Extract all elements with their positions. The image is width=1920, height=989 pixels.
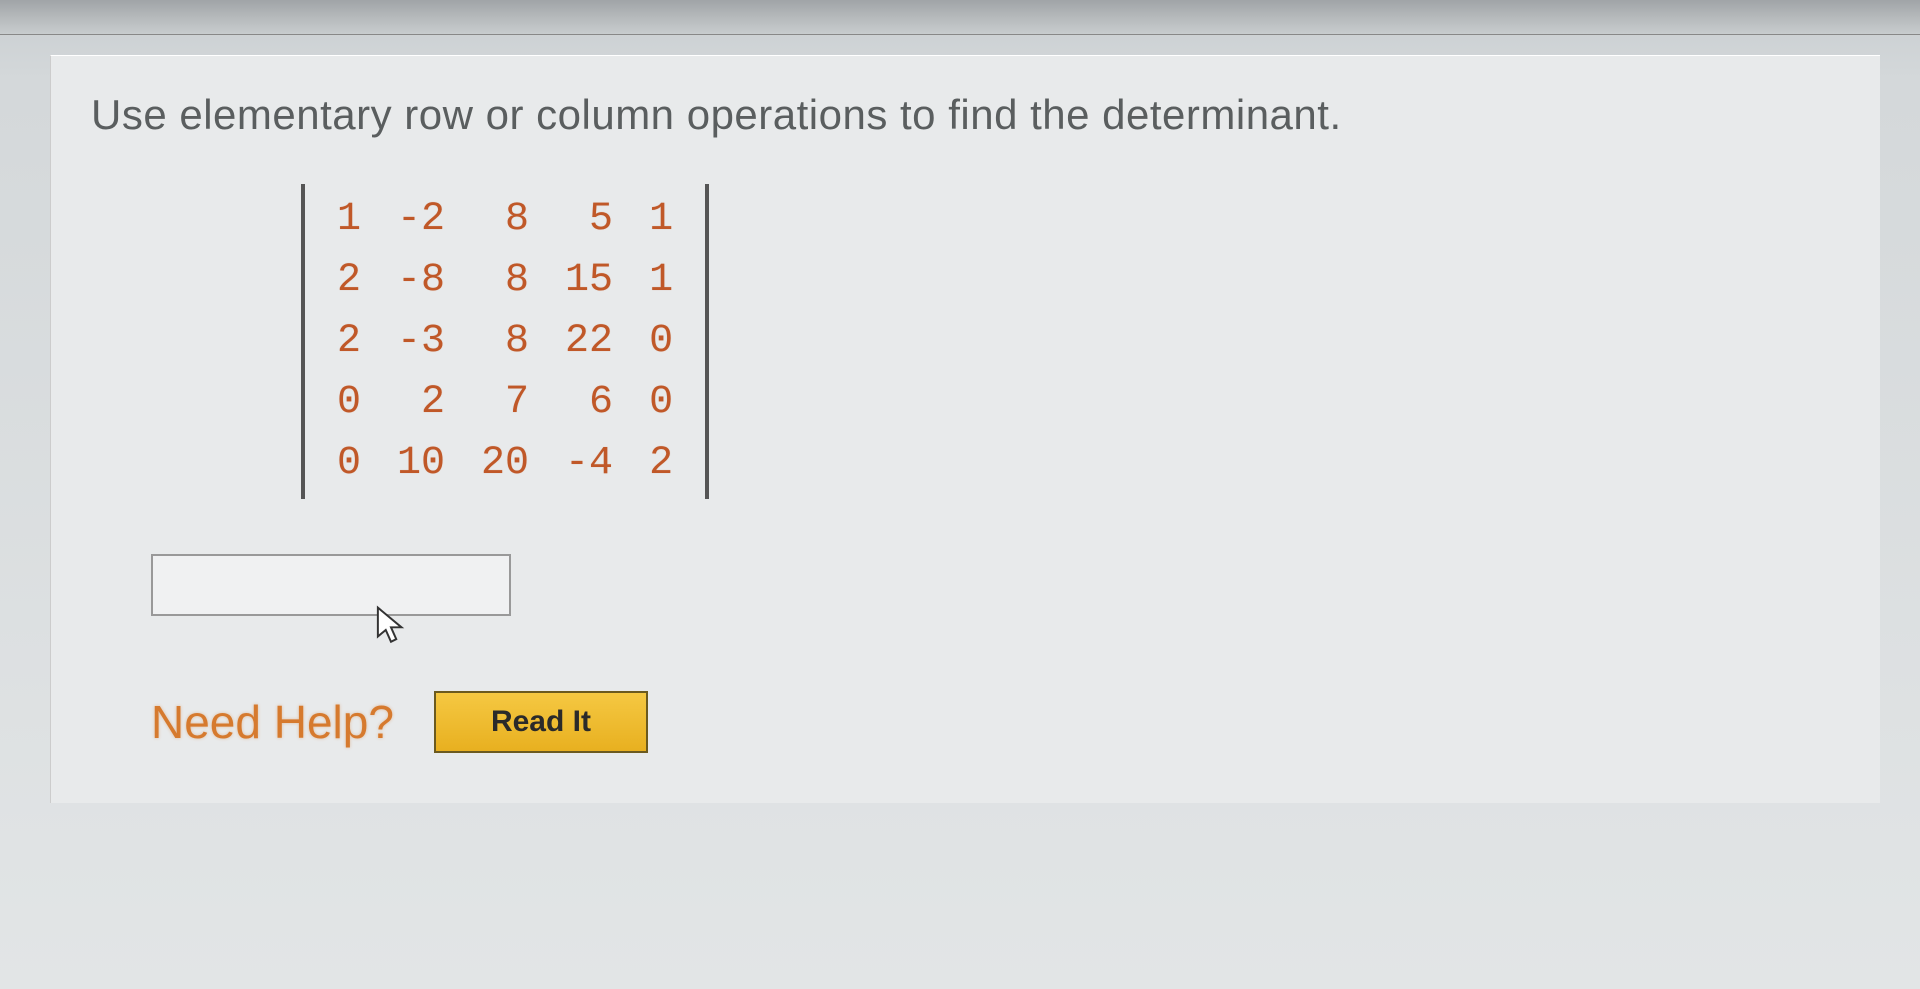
matrix-cell: 0 (631, 372, 691, 433)
answer-input-container (151, 554, 1840, 616)
window-top-bar (0, 0, 1920, 35)
question-panel: Use elementary row or column operations … (50, 55, 1880, 803)
matrix-cell: 1 (319, 189, 379, 250)
matrix-row: 1 -2 8 5 1 (319, 189, 691, 250)
read-it-button[interactable]: Read It (434, 691, 648, 753)
answer-input[interactable] (151, 554, 511, 616)
matrix-cell: 8 (463, 311, 547, 372)
matrix-cell: -8 (379, 250, 463, 311)
matrix-row: 0 2 7 6 0 (319, 372, 691, 433)
matrix-table: 1 -2 8 5 1 2 -8 8 15 1 2 -3 8 22 0 0 (319, 189, 691, 494)
matrix-cell: 2 (319, 311, 379, 372)
matrix-cell: 10 (379, 433, 463, 494)
matrix-cell: 5 (547, 189, 631, 250)
question-prompt: Use elementary row or column operations … (91, 91, 1840, 139)
matrix-cell: 0 (631, 311, 691, 372)
help-section: Need Help? Read It (151, 691, 1840, 753)
matrix-row: 0 10 20 -4 2 (319, 433, 691, 494)
matrix-cell: 1 (631, 250, 691, 311)
need-help-label: Need Help? (151, 695, 394, 749)
matrix-cell: 7 (463, 372, 547, 433)
matrix-cell: 1 (631, 189, 691, 250)
matrix-cell: 20 (463, 433, 547, 494)
matrix-row: 2 -8 8 15 1 (319, 250, 691, 311)
matrix-cell: 2 (319, 250, 379, 311)
matrix-cell: -2 (379, 189, 463, 250)
matrix-cell: 15 (547, 250, 631, 311)
matrix-cell: 22 (547, 311, 631, 372)
determinant-matrix: 1 -2 8 5 1 2 -8 8 15 1 2 -3 8 22 0 0 (301, 184, 709, 499)
matrix-cell: 0 (319, 372, 379, 433)
matrix-cell: 2 (379, 372, 463, 433)
matrix-cell: 8 (463, 250, 547, 311)
matrix-cell: -3 (379, 311, 463, 372)
matrix-cell: 0 (319, 433, 379, 494)
matrix-cell: 6 (547, 372, 631, 433)
matrix-cell: 8 (463, 189, 547, 250)
matrix-row: 2 -3 8 22 0 (319, 311, 691, 372)
matrix-cell: -4 (547, 433, 631, 494)
matrix-cell: 2 (631, 433, 691, 494)
